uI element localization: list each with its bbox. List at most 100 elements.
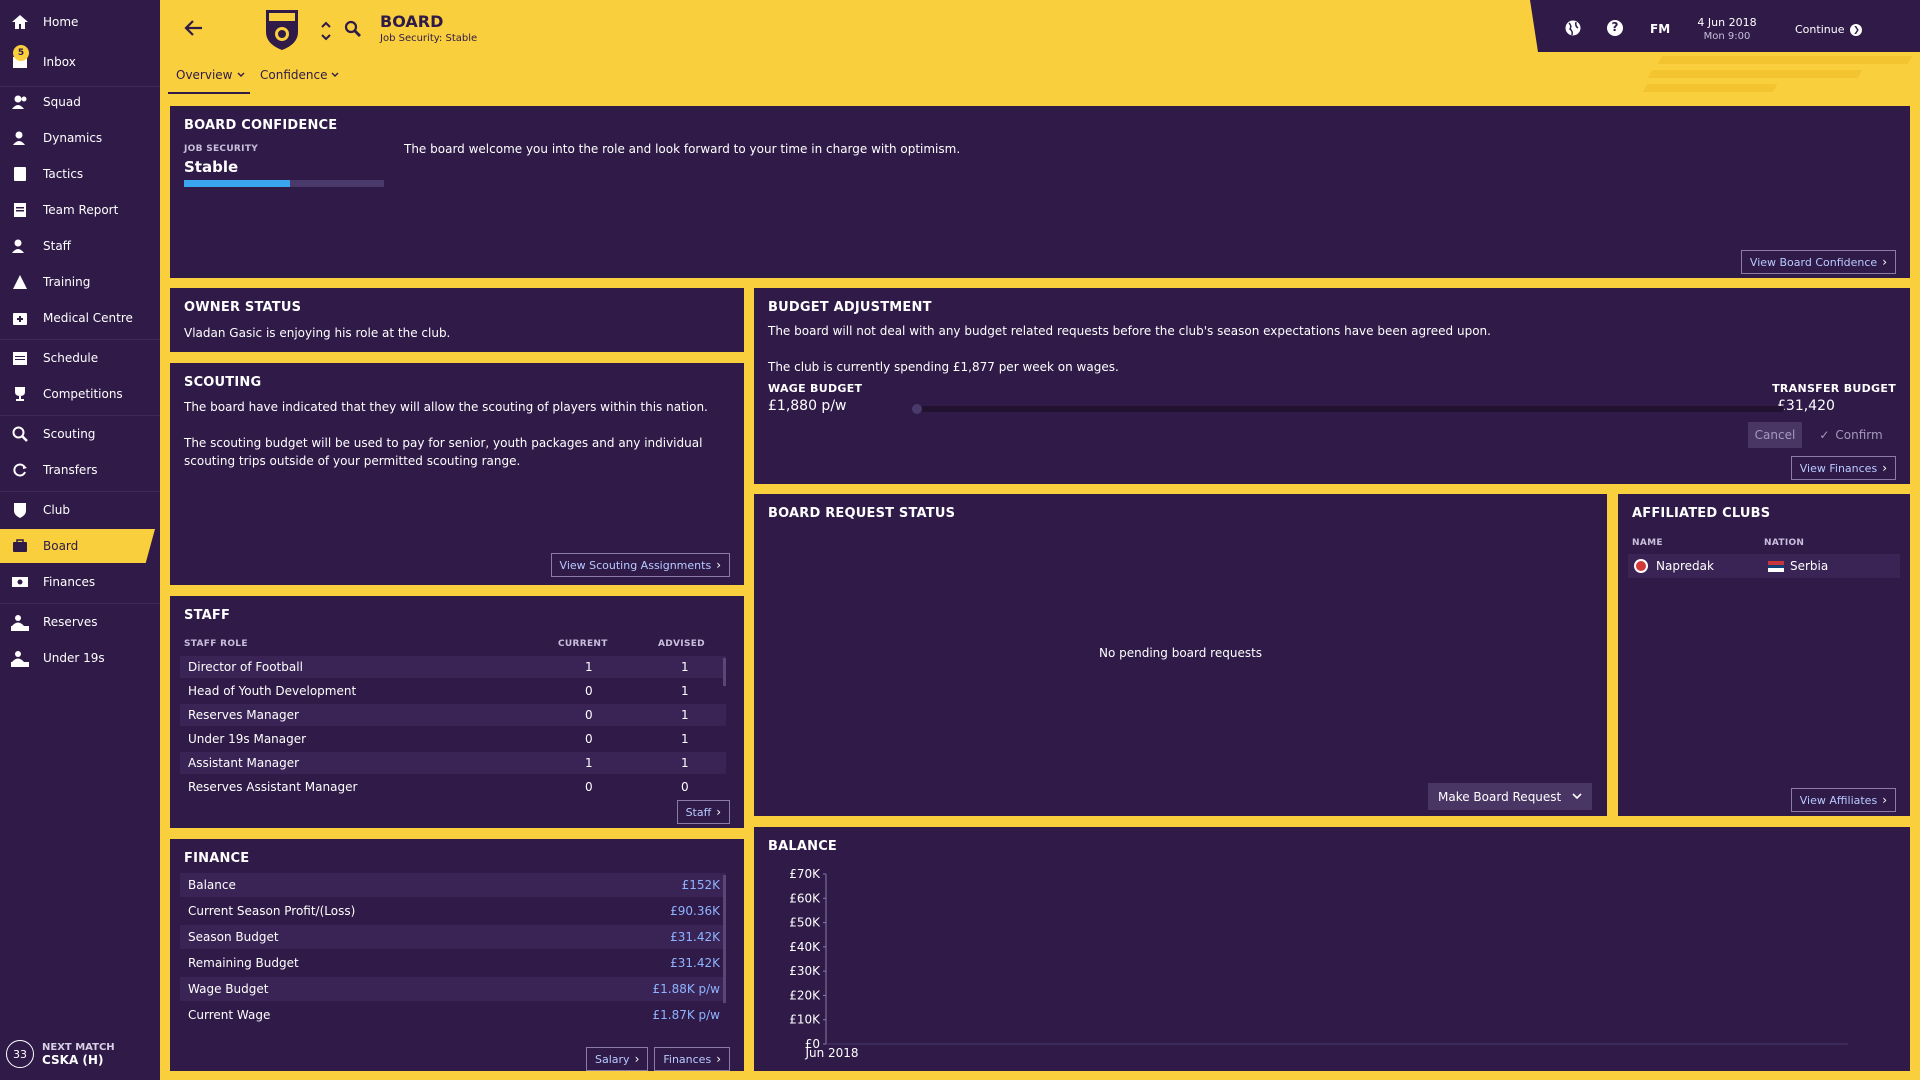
table-row[interactable]: Under 19s Manager 0 1 [180, 728, 726, 750]
club-crest[interactable] [264, 8, 300, 52]
sidebar-item-reserves[interactable]: Reserves [0, 605, 160, 639]
transfer-budget-label: TRANSFER BUDGET [1772, 382, 1896, 395]
finance-value[interactable]: £31.42K [670, 956, 720, 970]
chevron-right-icon: › [1882, 793, 1887, 807]
staff-panel: STAFF STAFF ROLE CURRENT ADVISED Directo… [170, 596, 744, 828]
sidebar-item-team-report[interactable]: Team Report [0, 193, 160, 227]
panel-title: BOARD CONFIDENCE [184, 118, 338, 133]
table-row[interactable]: Wage Budget £1.88K p/w [180, 977, 726, 1001]
sidebar-item-tactics[interactable]: Tactics [0, 157, 160, 191]
club-icon [10, 500, 30, 520]
staff-button[interactable]: Staff › [676, 800, 730, 824]
table-row[interactable]: Reserves Manager 0 1 [180, 704, 726, 726]
globe-icon [1565, 20, 1581, 36]
top-right-bar: ? FM 4 Jun 2018 Mon 9:00 Continue ❯ [1530, 0, 1920, 52]
table-row[interactable]: Reserves Assistant Manager 0 0 [180, 776, 726, 798]
sidebar-item-label: Transfers [43, 463, 98, 477]
sidebar-item-finances[interactable]: Finances [0, 565, 160, 599]
sidebar-item-transfers[interactable]: Transfers [0, 453, 160, 487]
home-icon [10, 12, 30, 32]
inbox-badge: 5 [13, 45, 29, 61]
table-row[interactable]: Season Budget £31.42K [180, 925, 726, 949]
budget-slider-handle[interactable] [912, 404, 922, 414]
no-requests-message: No pending board requests [1098, 646, 1263, 660]
check-icon: ✓ [1819, 428, 1830, 442]
view-scouting-assignments-button[interactable]: View Scouting Assignments › [550, 553, 730, 577]
table-row[interactable]: Assistant Manager 1 1 [180, 752, 726, 774]
table-row[interactable]: Napredak Serbia [1628, 554, 1900, 578]
staff-scrollbar[interactable] [723, 658, 726, 686]
panel-title: AFFILIATED CLUBS [1632, 506, 1771, 521]
chevron-right-icon: › [1882, 255, 1887, 269]
sidebar-item-home[interactable]: Home [0, 5, 160, 39]
continue-button[interactable]: Continue ❯ [1795, 23, 1863, 36]
sidebar-item-scouting[interactable]: Scouting [0, 417, 160, 451]
world-button[interactable] [1564, 19, 1582, 37]
serbia-flag-icon [1768, 561, 1784, 572]
column-header-advised: ADVISED [658, 639, 705, 649]
sidebar-item-medical-centre[interactable]: Medical Centre [0, 301, 160, 335]
current-date: 4 Jun 2018 [1697, 16, 1757, 29]
finances-icon [10, 572, 30, 592]
next-match[interactable]: 33 NEXT MATCH CSKA (H) [0, 1028, 160, 1080]
affiliate-name[interactable]: Napredak [1656, 559, 1714, 573]
finance-value[interactable]: £31.42K [670, 930, 720, 944]
table-row[interactable]: Current Wage £1.87K p/w [180, 1003, 726, 1027]
table-row[interactable]: Current Season Profit/(Loss) £90.36K [180, 899, 726, 923]
table-row[interactable]: Remaining Budget £31.42K [180, 951, 726, 975]
finance-value[interactable]: £90.36K [670, 904, 720, 918]
sidebar-item-label: Home [43, 15, 79, 29]
view-finances-button[interactable]: View Finances › [1790, 456, 1896, 480]
job-security-label: JOB SECURITY [184, 144, 259, 154]
budget-slider[interactable] [912, 404, 1784, 414]
job-security-value: Stable [184, 158, 239, 176]
sidebar-item-schedule[interactable]: Schedule [0, 341, 160, 375]
table-row[interactable]: Balance £152K [180, 873, 726, 897]
staff-advised: 1 [681, 684, 689, 698]
table-row[interactable]: Director of Football 1 1 [180, 656, 726, 678]
squad-icon [10, 92, 30, 112]
staff-role: Head of Youth Development [188, 684, 357, 698]
sidebar-item-squad[interactable]: Squad [0, 85, 160, 119]
salary-button[interactable]: Salary › [586, 1047, 649, 1071]
tab-overview[interactable]: Overview [176, 68, 245, 82]
reserves-icon [10, 612, 30, 632]
confirm-button[interactable]: ✓ Confirm [1808, 422, 1894, 448]
board-confidence-message: The board welcome you into the role and … [404, 142, 961, 156]
back-button[interactable] [182, 16, 206, 40]
tab-confidence[interactable]: Confidence [260, 68, 339, 82]
sidebar-item-board[interactable]: Board [0, 529, 155, 563]
button-label: View Affiliates [1799, 793, 1878, 807]
finance-value[interactable]: £1.87K p/w [652, 1008, 720, 1022]
panel-title: BUDGET ADJUSTMENT [768, 300, 932, 315]
cancel-button[interactable]: Cancel [1748, 422, 1802, 448]
chevron-down-icon [237, 72, 244, 77]
search-button[interactable] [344, 20, 362, 38]
affiliate-nation[interactable]: Serbia [1790, 559, 1828, 573]
table-row[interactable]: Head of Youth Development 0 1 [180, 680, 726, 702]
view-affiliates-button[interactable]: View Affiliates › [1790, 788, 1896, 812]
help-button[interactable]: ? [1606, 19, 1624, 37]
column-header-role: STAFF ROLE [184, 639, 248, 649]
club-switcher[interactable] [320, 18, 332, 44]
fm-logo[interactable]: FM [1650, 22, 1670, 36]
column-header-name: NAME [1632, 538, 1663, 548]
sidebar-item-under-19s[interactable]: Under 19s [0, 641, 160, 675]
finances-button[interactable]: Finances › [654, 1047, 730, 1071]
sidebar-item-dynamics[interactable]: Dynamics [0, 121, 160, 155]
budget-adjustment-panel: BUDGET ADJUSTMENT The board will not dea… [754, 288, 1910, 484]
panel-title: FINANCE [184, 851, 250, 866]
staff-role: Reserves Manager [188, 708, 299, 722]
sidebar-item-inbox[interactable]: 5 Inbox [0, 45, 160, 79]
panel-title: SCOUTING [184, 375, 262, 390]
sidebar-item-staff[interactable]: Staff [0, 229, 160, 263]
make-board-request-button[interactable]: Make Board Request [1428, 783, 1592, 810]
finance-scrollbar[interactable] [723, 875, 726, 1003]
sidebar-item-club[interactable]: Club [0, 493, 160, 527]
sidebar-item-training[interactable]: Training [0, 265, 160, 299]
finance-value[interactable]: £1.88K p/w [652, 982, 720, 996]
sidebar-item-competitions[interactable]: Competitions [0, 377, 160, 411]
view-board-confidence-button[interactable]: View Board Confidence › [1740, 250, 1896, 274]
panel-title: STAFF [184, 608, 231, 623]
finance-value[interactable]: £152K [682, 878, 720, 892]
